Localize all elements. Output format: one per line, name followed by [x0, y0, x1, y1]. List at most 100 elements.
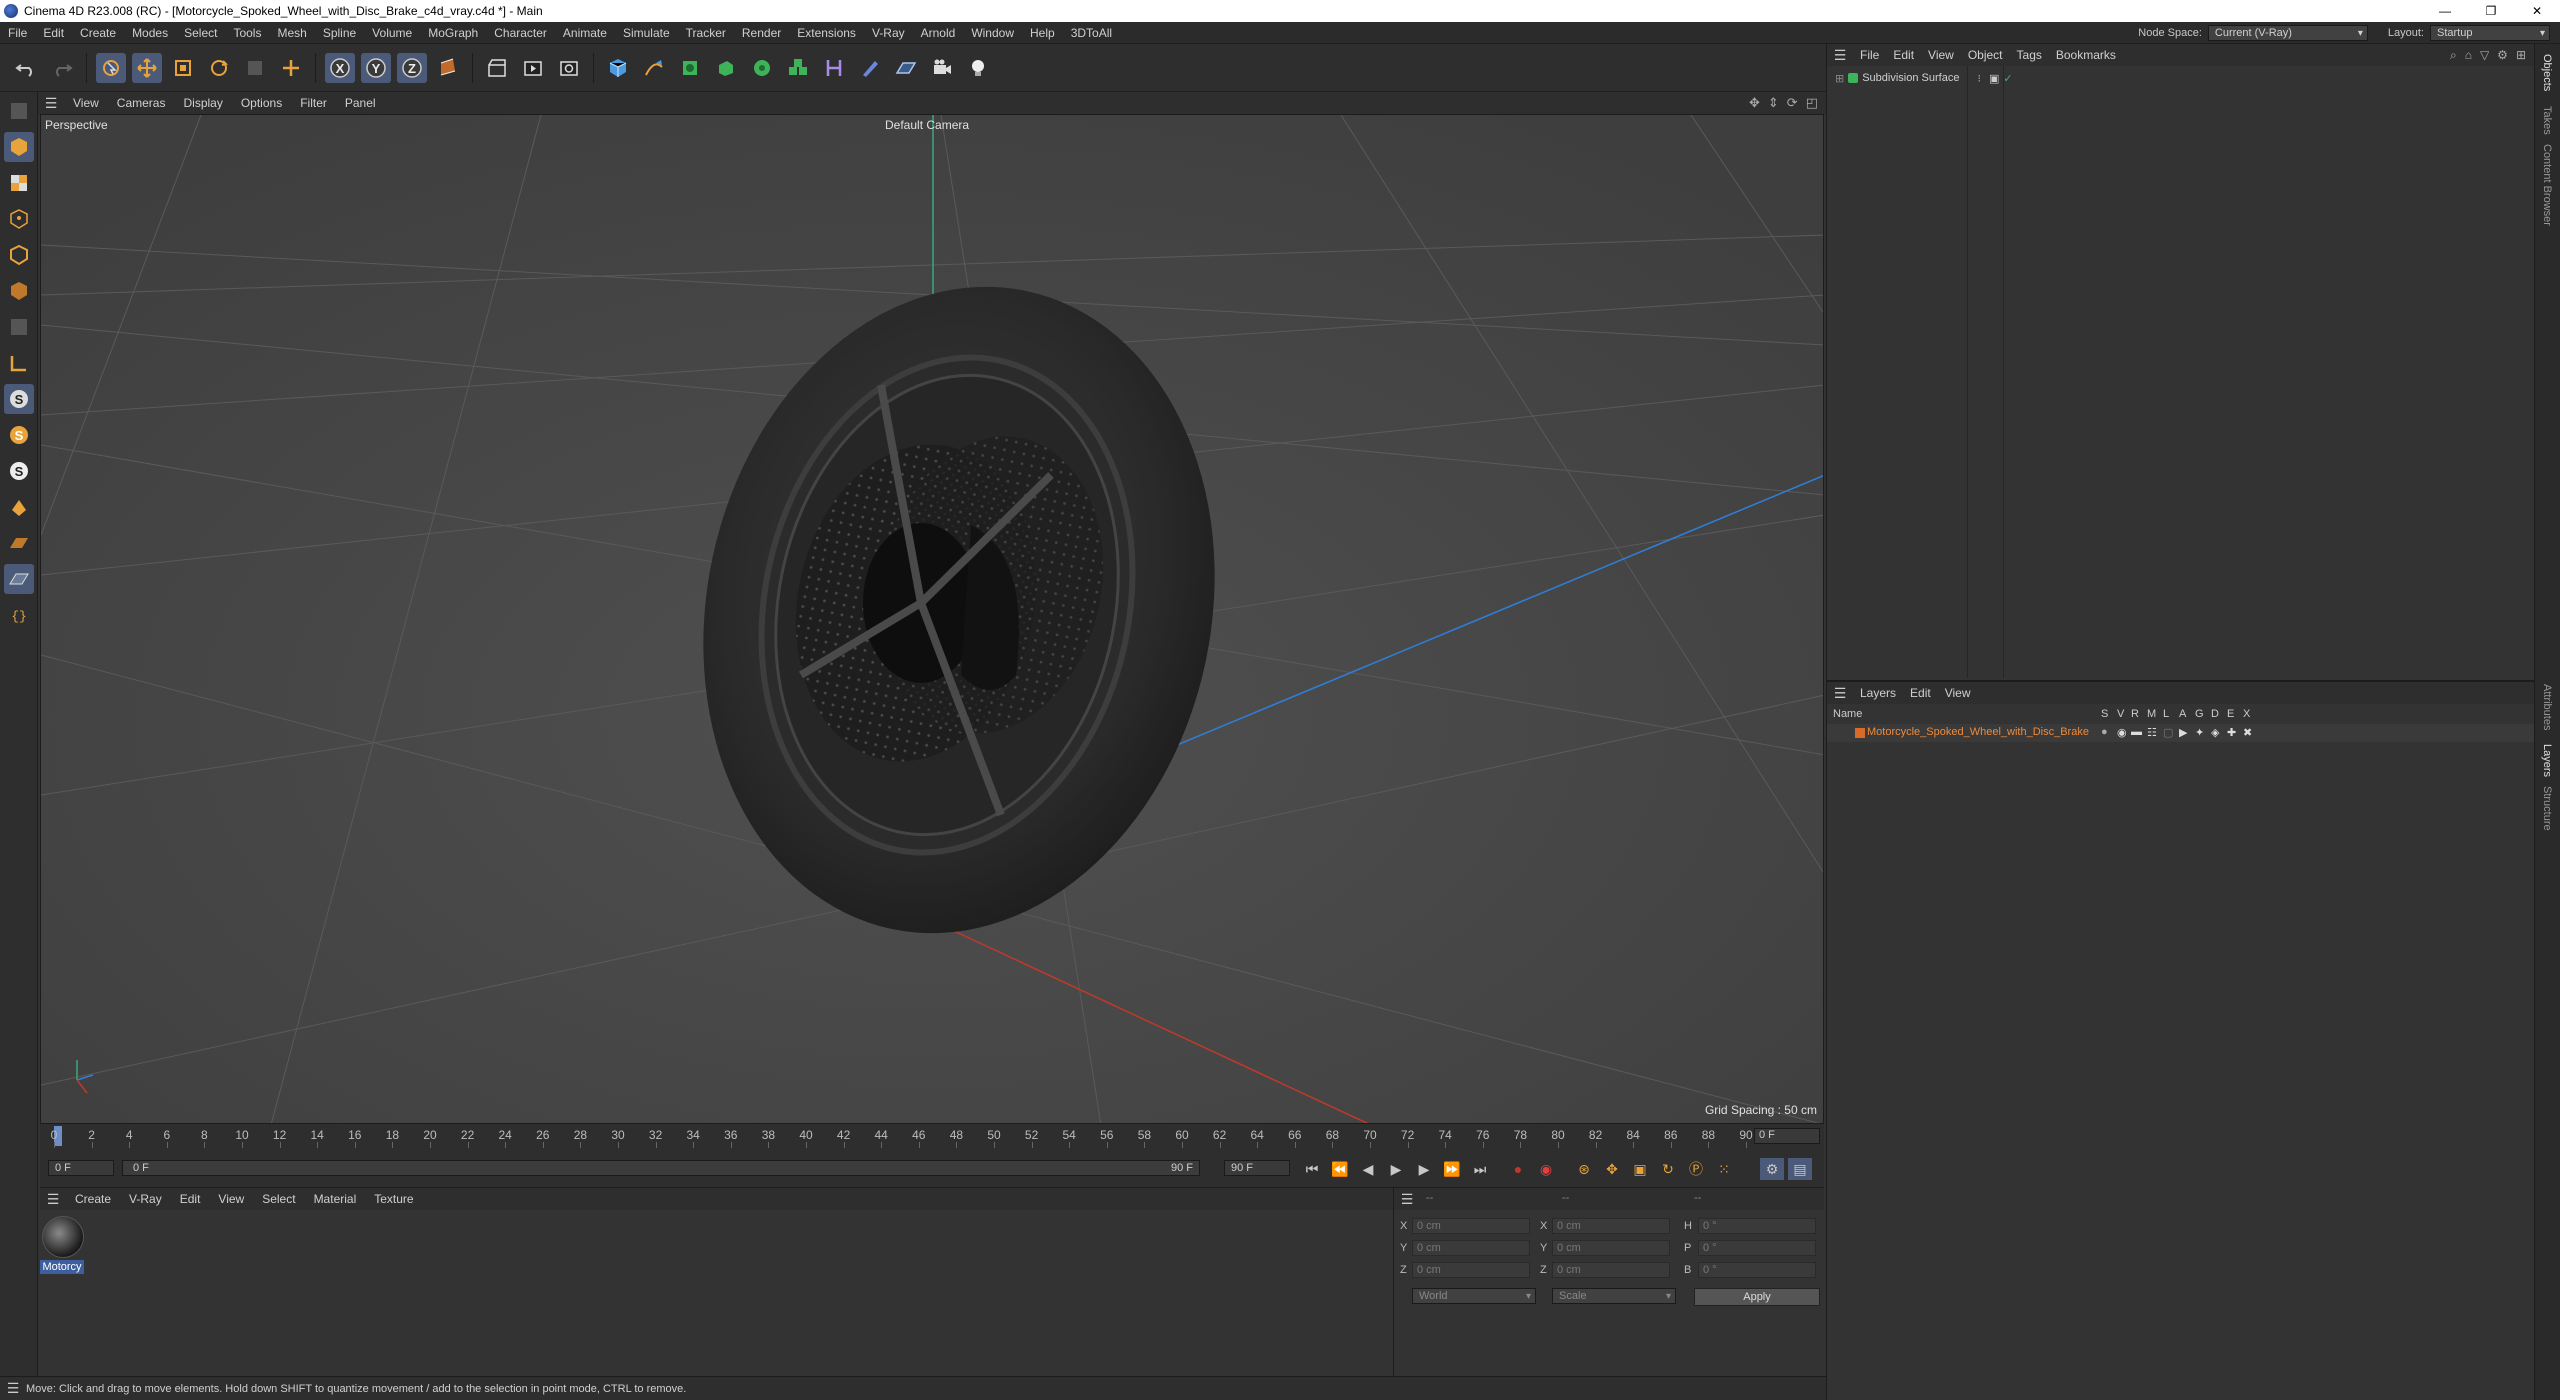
material-thumbnail[interactable]: [42, 1216, 84, 1258]
layer-name[interactable]: Motorcycle_Spoked_Wheel_with_Disc_Brake: [1867, 726, 2089, 738]
workplane-button[interactable]: [4, 348, 34, 378]
texture-mode-button[interactable]: [4, 168, 34, 198]
maximize-view-icon[interactable]: ◰: [1806, 95, 1818, 111]
layer-manager-icon[interactable]: ☷: [2147, 726, 2157, 739]
mograph-button[interactable]: [783, 53, 813, 83]
key-position-button[interactable]: ✥: [1600, 1158, 1624, 1180]
menu-spline[interactable]: Spline: [315, 26, 364, 40]
viewport-hamburger-icon[interactable]: ☰: [38, 95, 64, 112]
viewport-camera-name[interactable]: Default Camera: [885, 118, 969, 132]
prev-frame-button[interactable]: ◀: [1356, 1158, 1380, 1180]
size-x-field[interactable]: 0 cm: [1552, 1218, 1670, 1234]
render-view-button[interactable]: [518, 53, 548, 83]
snap-enable-button[interactable]: S: [4, 456, 34, 486]
goto-start-button[interactable]: ⏮: [1300, 1158, 1324, 1180]
floor-grid-button[interactable]: [4, 528, 34, 558]
material-menu-material[interactable]: Material: [305, 1192, 366, 1206]
layer-view-icon[interactable]: ◉: [2117, 726, 2127, 739]
layers-menu-edit[interactable]: Edit: [1903, 686, 1938, 700]
status-hamburger-icon[interactable]: ☰: [0, 1380, 26, 1397]
viewport-menu-view[interactable]: View: [64, 96, 108, 110]
material-menu-create[interactable]: Create: [66, 1192, 120, 1206]
visibility-toggle-icon[interactable]: ⁝: [1977, 72, 1981, 85]
keyframe-selection-button[interactable]: ⊛: [1572, 1158, 1596, 1180]
tab-structure[interactable]: Structure: [2541, 786, 2553, 831]
layer-render-icon[interactable]: ▬: [2131, 726, 2142, 738]
coordinates-hamburger-icon[interactable]: ☰: [1394, 1191, 1420, 1208]
point-mode-button[interactable]: [4, 204, 34, 234]
minimize-button[interactable]: —: [2422, 0, 2468, 22]
end-frame-field[interactable]: 90 F: [1224, 1160, 1290, 1176]
tab-layers[interactable]: Layers: [2541, 744, 2553, 777]
y-axis-lock-button[interactable]: Y: [361, 52, 391, 83]
object-name[interactable]: Subdivision Surface: [1862, 72, 1959, 84]
material-menu-edit[interactable]: Edit: [171, 1192, 210, 1206]
size-y-field[interactable]: 0 cm: [1552, 1240, 1670, 1256]
objects-menu-view[interactable]: View: [1921, 48, 1961, 62]
next-key-button[interactable]: ⏩: [1440, 1158, 1464, 1180]
layers-menu-view[interactable]: View: [1938, 686, 1978, 700]
add-object-button[interactable]: [276, 53, 306, 83]
layer-color-swatch[interactable]: [1855, 728, 1865, 738]
position-y-field[interactable]: 0 cm: [1412, 1240, 1530, 1256]
key-pla-button[interactable]: ⁙: [1712, 1158, 1736, 1180]
layer-xref-icon[interactable]: ✖: [2243, 726, 2252, 739]
tab-content-browser[interactable]: Content Browser: [2541, 144, 2553, 226]
menu-vray[interactable]: V-Ray: [864, 26, 913, 40]
menu-select[interactable]: Select: [176, 26, 225, 40]
make-editable-button[interactable]: [4, 96, 34, 126]
play-button[interactable]: ▶: [1384, 1158, 1408, 1180]
current-frame-field[interactable]: 0 F: [1754, 1128, 1820, 1144]
extrude-button[interactable]: [711, 53, 741, 83]
rotation-h-field[interactable]: 0 °: [1698, 1218, 1816, 1234]
move-tool-button[interactable]: [132, 52, 162, 83]
new-panel-icon[interactable]: ⊞: [2516, 48, 2526, 63]
layer-generator-icon[interactable]: ✦: [2195, 726, 2204, 739]
rotation-b-field[interactable]: 0 °: [1698, 1262, 1816, 1278]
layer-lock-icon[interactable]: ▢: [2163, 726, 2173, 739]
coordinate-system-button[interactable]: [433, 53, 463, 83]
select-tool-button[interactable]: [96, 52, 126, 83]
snap-button[interactable]: S: [4, 384, 34, 414]
timeline-ruler[interactable]: 0 F 0 2 4 6 8 10 12 14 16 18 20 22 24 26 28 30 32 34 36 38 4…: [40, 1124, 1824, 1148]
objects-menu-file[interactable]: File: [1853, 48, 1886, 62]
model-mode-button[interactable]: [4, 132, 34, 162]
start-frame-field[interactable]: 0 F: [48, 1160, 114, 1176]
xpresso-button[interactable]: {}: [4, 600, 34, 630]
objects-menu-edit[interactable]: Edit: [1886, 48, 1921, 62]
cube-object-button[interactable]: [603, 53, 633, 83]
edit-toggle-icon[interactable]: ▣: [1989, 72, 1999, 85]
autokey-button[interactable]: ◉: [1534, 1158, 1558, 1180]
settings-icon[interactable]: ⚙: [2497, 48, 2508, 63]
record-keys-button[interactable]: ●: [1506, 1158, 1530, 1180]
3d-viewport[interactable]: Perspective Default Camera Grid Spacing …: [40, 114, 1824, 1124]
maximize-button[interactable]: ❐: [2468, 0, 2514, 22]
lock-workplane-button[interactable]: [4, 564, 34, 594]
menu-arnold[interactable]: Arnold: [913, 26, 964, 40]
recent-tool-button[interactable]: [240, 53, 270, 83]
tab-objects[interactable]: Objects: [2541, 54, 2553, 91]
menu-render[interactable]: Render: [734, 26, 789, 40]
fcurve-button[interactable]: ▤: [1788, 1158, 1812, 1180]
rotate-view-icon[interactable]: ⟳: [1787, 95, 1798, 111]
field-button[interactable]: [855, 53, 885, 83]
key-rotation-button[interactable]: ↻: [1656, 1158, 1680, 1180]
soft-selection-button[interactable]: [4, 492, 34, 522]
pen-spline-button[interactable]: [639, 53, 669, 83]
rotate-tool-button[interactable]: [204, 53, 234, 83]
tab-attributes[interactable]: Attributes: [2541, 684, 2553, 730]
menu-3dtoall[interactable]: 3DToAll: [1063, 26, 1120, 40]
key-parameter-button[interactable]: Ⓟ: [1684, 1158, 1708, 1180]
search-icon[interactable]: ⌕: [2450, 48, 2457, 63]
position-x-field[interactable]: 0 cm: [1412, 1218, 1530, 1234]
frame-range-slider[interactable]: 0 F 90 F: [122, 1160, 1200, 1176]
menu-window[interactable]: Window: [963, 26, 1022, 40]
layout-dropdown[interactable]: Startup: [2430, 25, 2550, 41]
layers-hamburger-icon[interactable]: ☰: [1827, 685, 1853, 702]
enabled-check-icon[interactable]: ✓: [2003, 72, 2012, 85]
menu-tools[interactable]: Tools: [225, 26, 269, 40]
render-region-button[interactable]: [482, 53, 512, 83]
menu-character[interactable]: Character: [486, 26, 555, 40]
layer-row[interactable]: Motorcycle_Spoked_Wheel_with_Disc_Brake …: [1827, 724, 2535, 742]
light-button[interactable]: [963, 53, 993, 83]
